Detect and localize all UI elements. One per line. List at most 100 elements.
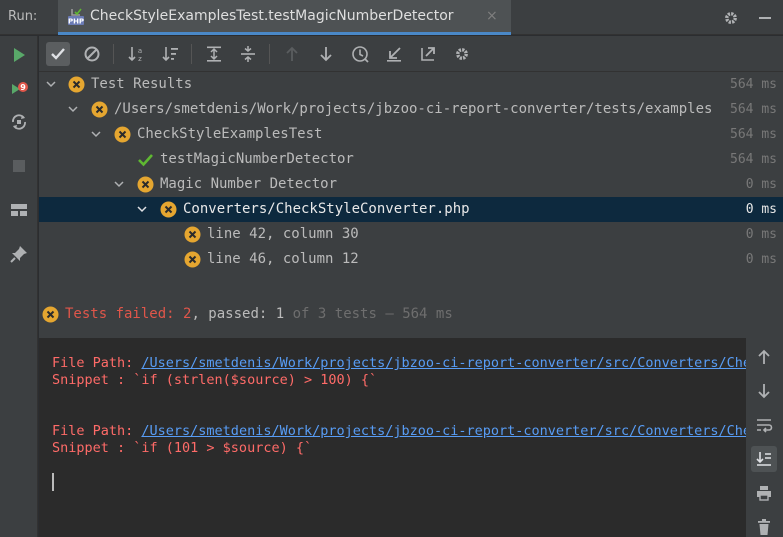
stop-icon[interactable] — [9, 156, 29, 176]
failed-status-icon — [184, 251, 201, 268]
path-label: File Path: — [52, 423, 142, 439]
prev-failed-button[interactable] — [280, 42, 304, 66]
show-passed-button[interactable] — [46, 42, 70, 66]
row-label: testMagicNumberDetector — [160, 151, 354, 167]
import-icon — [387, 47, 401, 62]
row-duration: 564 ms — [730, 127, 777, 142]
sort-duration-icon — [162, 47, 178, 62]
row-duration: 564 ms — [730, 77, 777, 92]
import-button[interactable] — [382, 42, 406, 66]
row-duration: 0 ms — [745, 227, 777, 242]
php-test-icon: PHP — [68, 8, 84, 26]
passed-label: , passed: — [191, 306, 276, 322]
console-tool-strip — [746, 338, 783, 537]
export-button[interactable] — [416, 42, 440, 66]
test-toolbar: a z — [39, 36, 783, 72]
history-button[interactable] — [348, 42, 372, 66]
export-icon — [421, 47, 435, 61]
test-results-tree: Test Results 564 ms /Users/smetdenis/Wor… — [39, 72, 783, 338]
row-label: line 42, column 30 — [207, 226, 359, 242]
run-icon[interactable] — [9, 45, 29, 65]
row-duration: 0 ms — [745, 252, 777, 267]
row-label: Test Results — [91, 76, 193, 92]
row-duration: 0 ms — [745, 202, 777, 217]
summary-rest: of 3 tests – 564 ms — [284, 306, 453, 322]
failed-label: Tests failed: — [65, 306, 184, 322]
row-label: /Users/smetdenis/Work/projects/jbzoo-ci-… — [114, 101, 713, 117]
show-passed-icon — [51, 48, 65, 60]
failed-status-icon — [184, 226, 201, 243]
svg-text:z: z — [138, 55, 142, 63]
show-ignored-icon — [84, 46, 100, 62]
expand-all-button[interactable] — [202, 42, 226, 66]
collapse-all-icon — [241, 46, 255, 62]
svg-text:a: a — [138, 47, 142, 55]
tab-title: CheckStyleExamplesTest.testMagicNumberDe… — [90, 8, 454, 24]
text-caret — [52, 473, 54, 491]
console-path-line: File Path: /Users/smetdenis/Work/project… — [52, 355, 746, 371]
run-header: Run: PHP CheckStyleExamplesTest.testMagi… — [0, 0, 783, 35]
row-label: CheckStyleExamplesTest — [137, 126, 323, 142]
tree-row-selected[interactable]: Converters/CheckStyleConverter.php 0 ms — [39, 197, 783, 222]
toggle-autotest-icon[interactable] — [9, 112, 29, 132]
settings-icon — [456, 48, 468, 60]
tree-row[interactable]: Test Results 564 ms — [39, 72, 783, 97]
scroll-up-button[interactable] — [751, 344, 777, 370]
chevron-down-icon[interactable] — [113, 178, 125, 190]
layout-icon[interactable] — [9, 200, 29, 220]
failed-status-icon — [137, 176, 154, 193]
scroll-to-end-button[interactable] — [751, 446, 777, 472]
failed-status-icon — [91, 101, 108, 118]
chevron-down-icon[interactable] — [136, 203, 148, 215]
settings-icon[interactable] — [721, 8, 741, 28]
prev-failed-icon — [286, 46, 298, 61]
tree-row[interactable]: line 46, column 12 0 ms — [39, 247, 783, 272]
scroll-down-icon — [758, 384, 770, 399]
next-failed-button[interactable] — [314, 42, 338, 66]
soft-wrap-icon — [757, 419, 773, 433]
chevron-down-icon[interactable] — [90, 128, 102, 140]
minimize-icon[interactable] — [755, 8, 775, 28]
close-tab-icon[interactable]: × — [486, 8, 498, 24]
chevron-down-icon[interactable] — [67, 103, 79, 115]
collapse-all-button[interactable] — [236, 42, 260, 66]
console-snippet-line: Snippet : `if (101 > $source) {` — [52, 440, 313, 456]
path-label: File Path: — [52, 355, 142, 371]
tree-row[interactable]: CheckStyleExamplesTest 564 ms — [39, 122, 783, 147]
history-icon — [352, 46, 369, 63]
passed-check-icon — [138, 154, 153, 167]
svg-text:PHP: PHP — [68, 18, 84, 26]
run-tab[interactable]: PHP CheckStyleExamplesTest.testMagicNumb… — [58, 0, 511, 35]
passed-count: 1 — [275, 306, 285, 322]
rerun-failed-icon[interactable]: 9 — [9, 79, 29, 99]
file-path-link[interactable]: /Users/smetdenis/Work/projects/jbzoo-ci-… — [141, 423, 746, 439]
tree-row[interactable]: line 42, column 30 0 ms — [39, 222, 783, 247]
tree-row[interactable]: testMagicNumberDetector 564 ms — [39, 147, 783, 172]
run-label: Run: — [8, 9, 38, 24]
clear-button[interactable] — [751, 514, 777, 537]
next-failed-icon — [320, 47, 332, 62]
failed-status-icon — [68, 76, 85, 93]
file-path-link[interactable]: /Users/smetdenis/Work/projects/jbzoo-ci-… — [141, 355, 746, 371]
scroll-to-end-icon — [756, 452, 771, 466]
scroll-up-icon — [758, 349, 770, 364]
sort-alpha-button[interactable]: a z — [124, 42, 148, 66]
scroll-down-button[interactable] — [751, 378, 777, 404]
print-button[interactable] — [751, 480, 777, 506]
sort-duration-button[interactable] — [158, 42, 182, 66]
row-duration: 564 ms — [730, 102, 777, 117]
failed-status-icon — [114, 126, 131, 143]
pin-icon[interactable] — [9, 244, 29, 264]
chevron-down-icon[interactable] — [45, 78, 57, 90]
test-settings-button[interactable] — [450, 42, 474, 66]
console-output[interactable]: File Path: /Users/smetdenis/Work/project… — [39, 338, 746, 537]
clear-icon — [758, 519, 770, 535]
tree-row[interactable]: Magic Number Detector 0 ms — [39, 172, 783, 197]
expand-all-icon — [207, 46, 221, 62]
show-ignored-button[interactable] — [80, 42, 104, 66]
print-icon — [757, 486, 771, 501]
row-label: Magic Number Detector — [160, 176, 338, 192]
console-snippet-line: Snippet : `if (strlen($source) > 100) {` — [52, 372, 378, 388]
soft-wrap-button[interactable] — [751, 412, 777, 438]
tree-row[interactable]: /Users/smetdenis/Work/projects/jbzoo-ci-… — [39, 97, 783, 122]
